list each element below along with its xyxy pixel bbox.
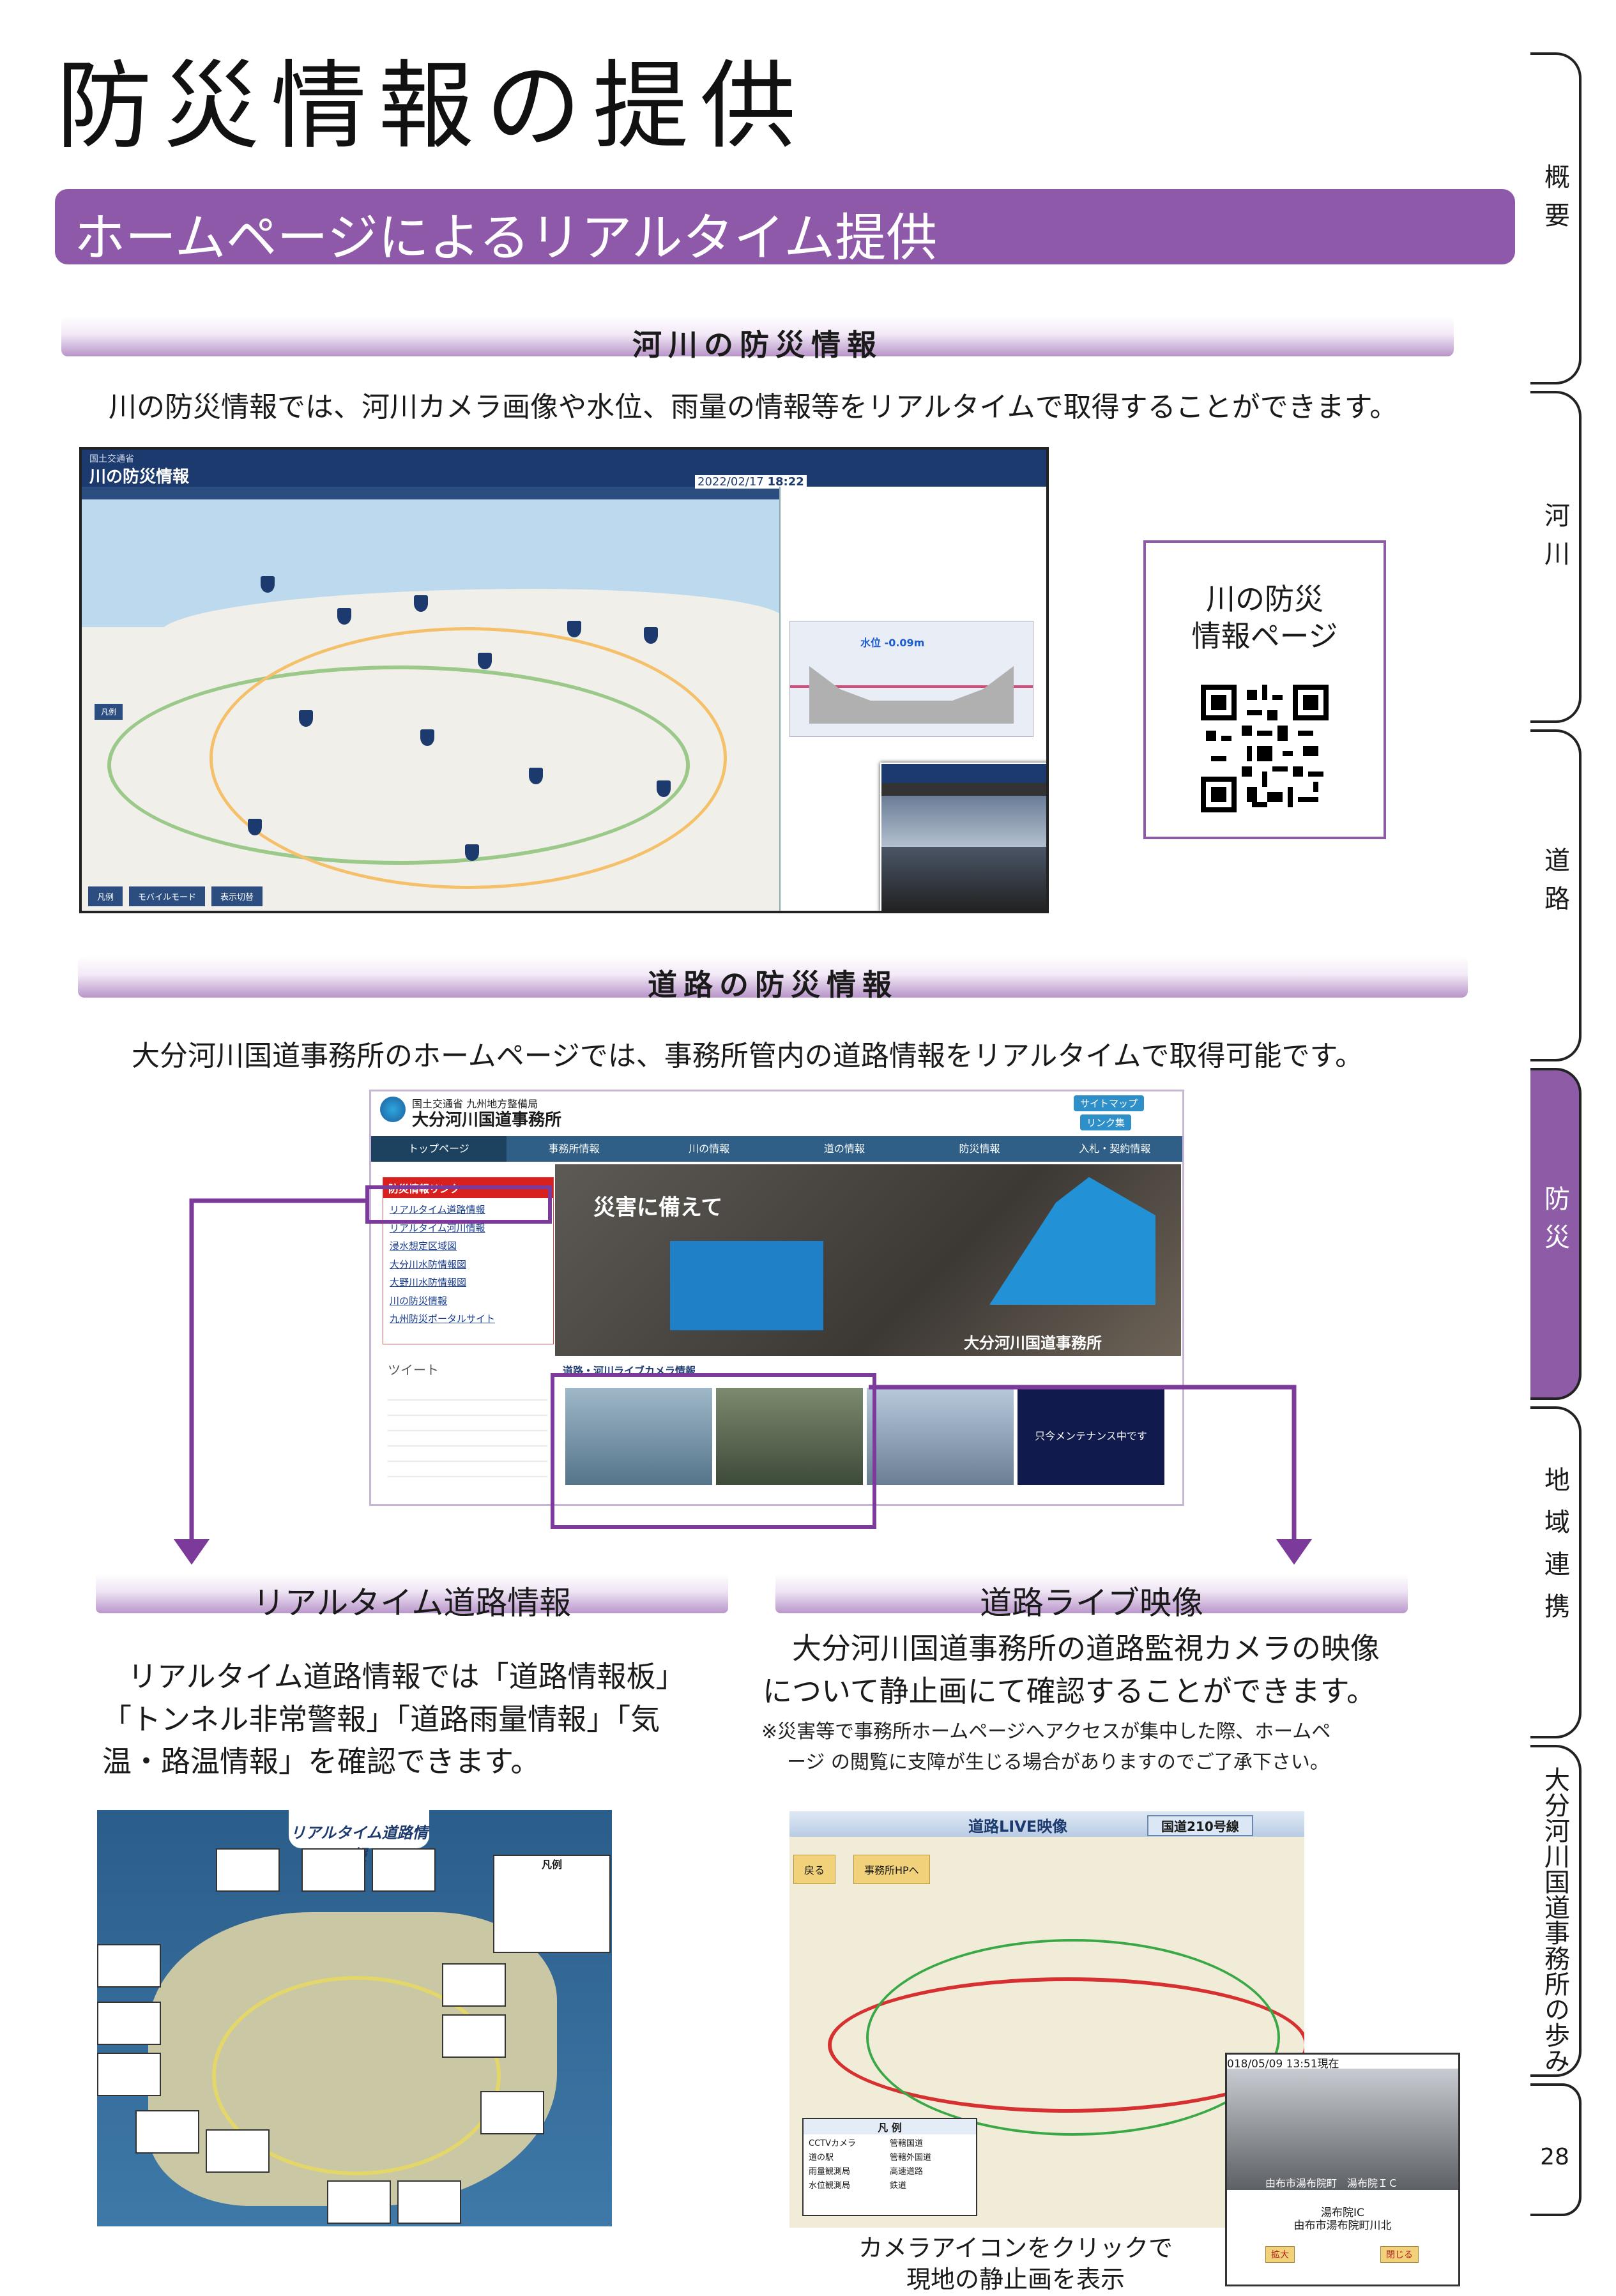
legend-rain-station: 雨量観測局 <box>809 2167 851 2177</box>
side-tab-history-text: 大分河川国道事務所の歩み <box>1540 1767 1569 2073</box>
legend-cctv: CCTVカメラ <box>809 2139 856 2148</box>
info-box[interactable] <box>442 2014 506 2058</box>
info-box[interactable] <box>97 2053 161 2096</box>
side-tab-disaster[interactable]: 防災 <box>1530 1068 1582 1400</box>
info-box[interactable] <box>301 1848 365 1892</box>
side-tab-community-text: 地域連携 <box>1540 1466 1569 1635</box>
expressway <box>866 1939 1280 2136</box>
legend-managed-road: 管轄国道 <box>890 2139 924 2148</box>
side-tab-road-label: 道路 <box>1530 847 1579 924</box>
page-number-tab: 28 <box>1530 2083 1582 2216</box>
side-tab-history[interactable]: 大分河川国道事務所の歩み <box>1530 1745 1582 2077</box>
side-tab-history-label: 大分河川国道事務所の歩み <box>1530 1767 1579 2073</box>
back-button[interactable]: 戻る <box>793 1855 836 1884</box>
side-tab-road[interactable]: 道路 <box>1530 729 1582 1061</box>
realtime-road-text: リアルタイム道路情報では「道路情報板」 「トンネル非常警報」「道路雨量情報」「気… <box>102 1655 685 1783</box>
side-tab-community-label: 地域連携 <box>1530 1466 1579 1635</box>
live-video-text: 大分河川国道事務所の道路監視カメラの映像 について静止画にて確認することができま… <box>763 1627 1380 1712</box>
side-tab-river-label: 河川 <box>1530 502 1579 579</box>
live-text-line2: について静止画にて確認することができます。 <box>763 1673 1376 1708</box>
info-box[interactable] <box>480 2091 544 2134</box>
camera-caption-line1: 湯布院IC <box>1321 2207 1364 2219</box>
camera-click-caption: カメラアイコンをクリックで 現地の静止画を表示 <box>824 2233 1207 2296</box>
realtime-road-map[interactable]: リアルタイム道路情報 凡例 <box>97 1810 612 2226</box>
realtime-text-line1: リアルタイム道路情報では「道路情報板」 <box>128 1659 685 1694</box>
camera-caption-line2: 由布市湯布院町川北 <box>1293 2219 1392 2233</box>
side-tab-river-text: 河川 <box>1540 502 1569 579</box>
legend-water-station: 水位観測局 <box>809 2181 851 2191</box>
click-caption-line1: カメラアイコンをクリックで <box>858 2234 1173 2262</box>
realtime-legend: 凡例 <box>493 1855 611 1953</box>
side-tab-overview-text: 概要 <box>1540 163 1569 240</box>
click-caption-line2: 現地の静止画を表示 <box>906 2265 1125 2294</box>
info-box[interactable] <box>97 1944 161 1988</box>
realtime-text-line3: 温・路温情報」を確認できます。 <box>102 1744 540 1779</box>
live-legend-items: CCTVカメラ 管轄国道 道の駅 管轄外国道 雨量観測局 高速道路 水位観測局 … <box>804 2134 976 2196</box>
info-box[interactable] <box>442 1963 506 2007</box>
side-tab-overview[interactable]: 概要 <box>1530 52 1582 384</box>
camera-close-button[interactable]: 閉じる <box>1380 2246 1419 2263</box>
live-note-line2: ージ の閲覧に支障が生じる場合がありますのでご了承下さい。 <box>787 1751 1329 1774</box>
realtime-legend-title: 凡例 <box>541 1859 562 1871</box>
live-legend: 凡 例 CCTVカメラ 管轄国道 道の駅 管轄外国道 雨量観測局 高速道路 水位… <box>802 2118 977 2216</box>
camera-enlarge-button[interactable]: 拡大 <box>1265 2246 1295 2263</box>
side-tab-disaster-text: 防災 <box>1540 1185 1569 1262</box>
live-text-line1: 大分河川国道事務所の道路監視カメラの映像 <box>792 1631 1380 1666</box>
info-box[interactable] <box>216 1848 280 1892</box>
page-number: 28 <box>1540 2144 1569 2170</box>
info-box[interactable] <box>372 1848 436 1892</box>
info-box[interactable] <box>206 2129 270 2173</box>
route-badge: 国道210号線 <box>1147 1815 1253 1836</box>
realtime-road-title: リアルタイム道路情報 <box>252 1585 572 1622</box>
side-tab-disaster-label: 防災 <box>1530 1185 1579 1262</box>
camera-place: 由布市湯布院町 湯布院ＩＣ <box>1265 2177 1399 2189</box>
camera-still-image <box>1227 2069 1458 2190</box>
info-box[interactable] <box>397 2180 461 2224</box>
info-box[interactable] <box>327 2180 391 2224</box>
legend-unmanaged-road: 管轄外国道 <box>890 2153 932 2163</box>
realtime-road-header: リアルタイム道路情報 <box>96 1574 728 1622</box>
office-hp-button[interactable]: 事務所HPへ <box>853 1855 930 1884</box>
camera-still-popup[interactable]: 018/05/09 13:51現在 由布市湯布院町 湯布院ＩＣ 湯布院IC 由布… <box>1225 2053 1460 2286</box>
side-tab-overview-label: 概要 <box>1530 163 1579 240</box>
legend-expressway: 高速道路 <box>890 2167 924 2177</box>
info-box[interactable] <box>97 2002 161 2045</box>
legend-roadside-station: 道の駅 <box>809 2153 834 2163</box>
camera-caption: 湯布院IC 由布市湯布院町川北 <box>1227 2207 1458 2233</box>
side-tab-river[interactable]: 河川 <box>1530 391 1582 723</box>
info-box[interactable] <box>135 2110 199 2154</box>
live-video-header: 道路ライブ映像 <box>775 1574 1408 1622</box>
side-tab-road-text: 道路 <box>1540 847 1569 924</box>
live-map-title: 道路LIVE映像 <box>968 1818 1068 1836</box>
realtime-text-line2: 「トンネル非常警報」「道路雨量情報」「気 <box>102 1701 660 1737</box>
legend-railway: 鉄道 <box>890 2181 907 2191</box>
live-legend-title: 凡 例 <box>804 2119 976 2134</box>
realtime-map-title-badge: リアルタイム道路情報 <box>289 1810 429 1864</box>
live-note: ※災害等で事務所ホームページへアクセスが集中した際、ホームペ ージ の閲覧に支障… <box>761 1717 1330 1778</box>
side-tab-community[interactable]: 地域連携 <box>1530 1406 1582 1738</box>
live-video-title: 道路ライブ映像 <box>980 1585 1203 1622</box>
live-note-line1: ※災害等で事務所ホームページへアクセスが集中した際、ホームペ <box>761 1721 1331 1743</box>
